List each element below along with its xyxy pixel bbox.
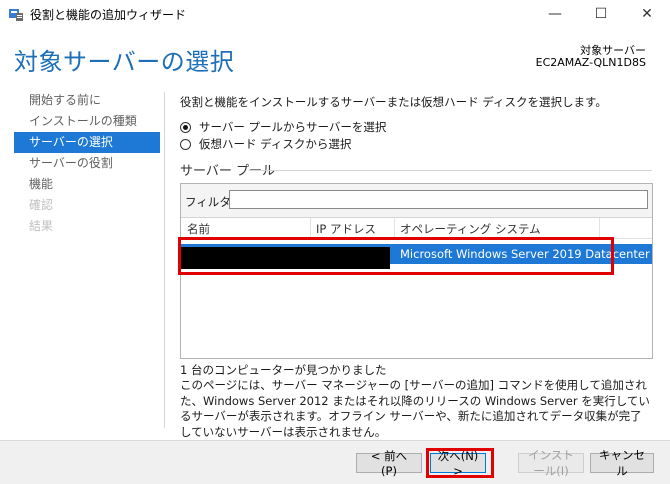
column-divider[interactable] (310, 218, 311, 238)
minimize-button[interactable]: — (532, 0, 578, 28)
found-count-text: 1 台のコンピューターが見つかりました (180, 363, 387, 377)
server-manager-icon (9, 9, 23, 21)
previous-button[interactable]: < 前へ(P) (356, 449, 422, 478)
close-button[interactable]: ✕ (624, 0, 670, 28)
filter-bar: フィルター: (181, 184, 652, 218)
nav-item-results: 結果 (29, 219, 54, 233)
description-text: このページには、サーバー マネージャーの [サーバーの追加] コマンドを使用して… (180, 378, 650, 439)
highlight-annotation-next (426, 448, 494, 478)
radio-virtual-disk-label: 仮想ハード ディスクから選択 (199, 137, 352, 151)
nav-item-installation-type[interactable]: インストールの種類 (14, 111, 160, 132)
window-title: 役割と機能の追加ウィザード (30, 8, 187, 22)
filter-input[interactable] (229, 190, 648, 209)
column-divider[interactable] (394, 218, 395, 238)
nav-item-server-roles[interactable]: サーバーの役割 (14, 153, 160, 174)
wizard-steps-nav: 開始する前に インストールの種類 サーバーの選択 サーバーの役割 機能 確認 結… (14, 90, 160, 237)
server-list-header: 名前 IP アドレス オペレーティング システム (181, 218, 652, 239)
page-title: 対象サーバーの選択 (14, 48, 235, 76)
maximize-button[interactable]: ☐ (578, 0, 624, 28)
cancel-button[interactable]: キャンセル (590, 448, 654, 478)
column-divider[interactable] (599, 218, 600, 238)
nav-item-confirmation: 確認 (29, 198, 54, 212)
radio-server-pool[interactable]: サーバー プールからサーバーを選択 (180, 119, 386, 135)
instruction-text: 役割と機能をインストールするサーバーまたは仮想ハード ディスクを選択します。 (180, 95, 607, 109)
nav-divider (164, 92, 165, 428)
install-button: インストール(I) (518, 448, 584, 478)
radio-virtual-disk[interactable]: 仮想ハード ディスクから選択 (180, 136, 351, 152)
column-header-name[interactable]: 名前 (187, 221, 210, 237)
column-header-ip[interactable]: IP アドレス (316, 221, 376, 237)
nav-item-server-selection[interactable]: サーバーの選択 (14, 132, 160, 153)
column-header-os[interactable]: オペレーティング システム (400, 221, 541, 237)
destination-server-name: EC2AMAZ-QLN1D8S (535, 56, 646, 69)
nav-item-features[interactable]: 機能 (14, 174, 160, 195)
radio-server-pool-label: サーバー プールからサーバーを選択 (199, 120, 387, 134)
section-divider (249, 170, 652, 171)
title-bar: 役割と機能の追加ウィザード — ☐ ✕ (0, 0, 670, 28)
highlight-annotation-row (178, 237, 614, 275)
radio-button-selected[interactable] (180, 121, 191, 133)
nav-item-before-you-begin[interactable]: 開始する前に (14, 90, 160, 111)
radio-button[interactable] (180, 138, 191, 150)
